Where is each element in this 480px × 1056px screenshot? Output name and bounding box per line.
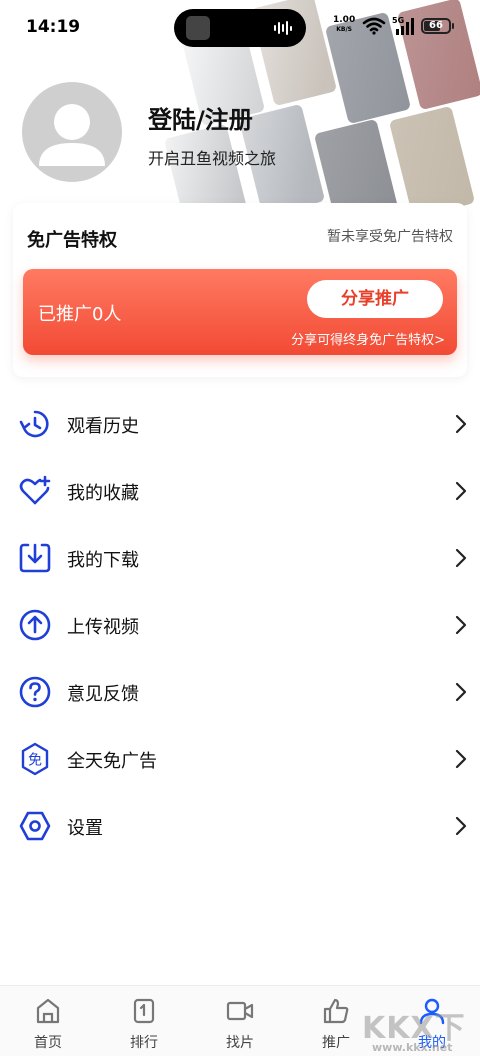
nav-label: 排行 [130,1035,158,1051]
nav-tab-ranking[interactable]: 排行 [96,986,192,1056]
history-icon [19,410,49,438]
network-speed-unit: KB/S [336,26,352,33]
network-speed-value: 1.00 [333,15,356,25]
status-bar: 14:19 1.00 KB/S 5G 66 [0,0,480,56]
avatar[interactable] [22,82,122,182]
default-user-avatar-icon [39,104,105,166]
chevron-right-icon [455,749,467,769]
watermark-url: www.kkx.net [372,1041,453,1054]
ad-free-status: 暂未享受免广告特权 [327,229,453,245]
home-icon [36,998,60,1024]
wifi-icon [362,17,386,35]
menu-item-downloads[interactable]: 我的下载 [0,524,480,591]
chevron-right-icon [455,816,467,836]
battery-level: 66 [429,20,443,31]
ad-free-card: 免广告特权 暂未享受免广告特权 已推广0人 分享推广 分享可得终身免广告特权> [13,203,467,377]
login-register-link[interactable]: 登陆/注册 [148,100,253,135]
menu-item-settings[interactable]: 设置 [0,792,480,859]
menu-item-favorites[interactable]: 我的收藏 [0,457,480,524]
promotion-note-link[interactable]: 分享可得终身免广告特权> [291,329,445,348]
menu-label: 全天免广告 [67,751,157,772]
status-time: 14:19 [26,17,81,37]
promotion-banner: 已推广0人 分享推广 分享可得终身免广告特权> [23,269,457,355]
feedback-question-icon [19,676,51,708]
cellular-signal-icon: 5G [392,16,414,35]
svg-text:免: 免 [28,753,42,769]
favorite-heart-icon [19,475,51,505]
menu-label: 观看历史 [67,416,139,437]
audio-wave-icon [274,21,292,35]
menu-label: 意见反馈 [67,684,139,705]
ad-free-title: 免广告特权 [27,230,117,251]
thumbs-up-icon [323,998,349,1024]
nav-tab-find-video[interactable]: 找片 [192,986,288,1056]
settings-hex-icon [19,811,51,841]
menu-item-watch-history[interactable]: 观看历史 [0,390,480,457]
chevron-right-icon [455,615,467,635]
menu-label: 设置 [67,818,103,839]
promoted-count: 已推广0人 [38,304,122,325]
menu-item-upload-video[interactable]: 上传视频 [0,591,480,658]
menu-label: 我的下载 [67,550,139,571]
network-type-label: 5G [392,16,404,25]
video-camera-icon [226,1001,254,1021]
ad-free-badge-icon: 免 [21,742,49,776]
chevron-right-icon [455,548,467,568]
nav-label: 找片 [226,1035,254,1051]
menu-label: 上传视频 [67,617,139,638]
site-watermark: KKX下载 www.kkx.net [360,1003,478,1056]
ranking-icon [133,998,155,1024]
chevron-right-icon [455,414,467,434]
battery-tip [452,23,454,29]
battery-indicator: 66 [421,18,451,34]
dynamic-island[interactable] [174,9,306,47]
chevron-right-icon [455,481,467,501]
profile-subtitle: 开启丑鱼视频之旅 [148,149,277,168]
media-thumbnail [186,16,210,40]
nav-label: 首页 [34,1035,62,1051]
nav-tab-home[interactable]: 首页 [0,986,96,1056]
menu-item-feedback[interactable]: 意见反馈 [0,658,480,725]
menu-label: 我的收藏 [67,483,139,504]
download-icon [19,543,51,573]
upload-icon [19,609,51,641]
chevron-right-icon [455,682,467,702]
network-speed: 1.00 KB/S [333,16,355,34]
share-promotion-button[interactable]: 分享推广 [307,280,443,318]
menu-item-all-day-ad-free[interactable]: 免 全天免广告 [0,725,480,792]
